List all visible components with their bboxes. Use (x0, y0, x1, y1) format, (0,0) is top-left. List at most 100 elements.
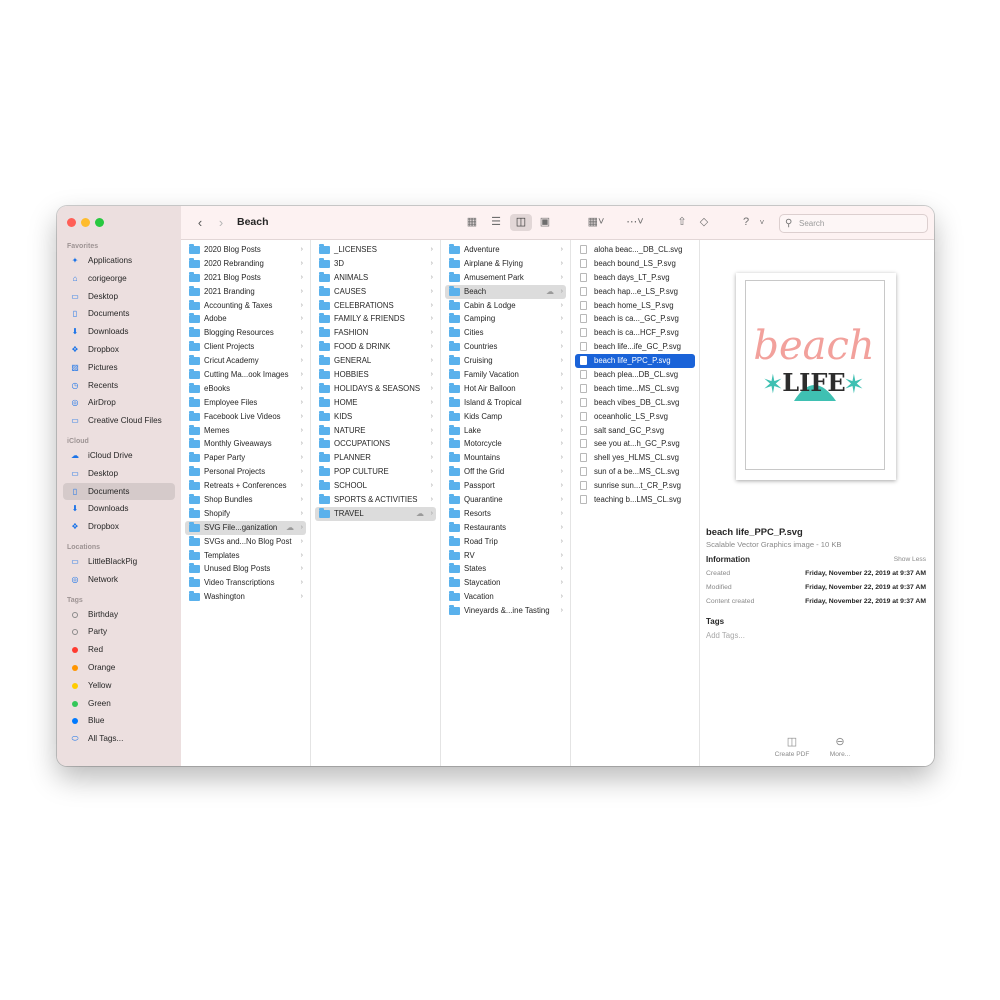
sidebar-item-yellow[interactable]: Yellow (63, 677, 175, 695)
folder-row[interactable]: Beach ☁ › (445, 284, 566, 299)
folder-row[interactable]: Personal Projects › (185, 465, 306, 479)
file-row[interactable]: beach is ca...HCF_P.svg (575, 326, 695, 340)
file-row[interactable]: beach days_LT_P.svg (575, 271, 695, 285)
sidebar-item-green[interactable]: Green (63, 695, 175, 713)
file-row[interactable]: see you at...h_GC_P.svg (575, 437, 695, 451)
folder-row[interactable]: SVG File...ganization ☁ › (185, 520, 306, 535)
sidebar-item-party[interactable]: Party (63, 623, 175, 641)
folder-row[interactable]: OCCUPATIONS › (315, 437, 436, 451)
file-row[interactable]: sun of a be...MS_CL.svg (575, 465, 695, 479)
folder-row[interactable]: Hot Air Balloon › (445, 382, 566, 396)
folder-row[interactable]: Cities › (445, 326, 566, 340)
file-row[interactable]: oceanholic_LS_P.svg (575, 410, 695, 424)
folder-row[interactable]: Lake › (445, 424, 566, 438)
sidebar-item-pictures[interactable]: ▨ Pictures (63, 359, 175, 377)
folder-row[interactable]: Client Projects › (185, 340, 306, 354)
folder-row[interactable]: 3D › (315, 257, 436, 271)
folder-row[interactable]: 2020 Rebranding › (185, 257, 306, 271)
file-row[interactable]: shell yes_HLMS_CL.svg (575, 451, 695, 465)
sidebar-item-airdrop[interactable]: ◎ AirDrop (63, 394, 175, 412)
folder-row[interactable]: CAUSES › (315, 285, 436, 299)
list-view-icon[interactable]: ☰ (489, 206, 503, 239)
share-icon[interactable]: ⇧ (675, 206, 689, 239)
folder-row[interactable]: Resorts › (445, 507, 566, 521)
folder-row[interactable]: KIDS › (315, 410, 436, 424)
forward-button[interactable]: › (214, 206, 228, 239)
folder-row[interactable]: NATURE › (315, 424, 436, 438)
file-row[interactable]: teaching b...LMS_CL.svg (575, 493, 695, 507)
add-tags-field[interactable]: Add Tags... (706, 631, 745, 640)
folder-row[interactable]: Restaurants › (445, 521, 566, 535)
folder-row[interactable]: Kids Camp › (445, 410, 566, 424)
folder-row[interactable]: POP CULTURE › (315, 465, 436, 479)
folder-row[interactable]: Mountains › (445, 451, 566, 465)
sidebar-item-all-tags[interactable]: ⬭ All Tags... (63, 730, 175, 748)
folder-row[interactable]: Adobe › (185, 312, 306, 326)
show-less-link[interactable]: Show Less (894, 556, 926, 563)
folder-row[interactable]: Vineyards &...ine Tasting › (445, 604, 566, 618)
folder-row[interactable]: Washington › (185, 590, 306, 604)
file-row[interactable]: beach plea...DB_CL.svg (575, 368, 695, 382)
folder-row[interactable]: Airplane & Flying › (445, 257, 566, 271)
more-button[interactable]: ⊖ More... (815, 735, 865, 758)
icon-view-icon[interactable]: ▦ (465, 206, 479, 239)
folder-row[interactable]: _LICENSES › (315, 243, 436, 257)
help-icon[interactable]: ? (739, 206, 753, 239)
gallery-view-icon[interactable]: ▣ (538, 206, 552, 239)
file-row[interactable]: aloha beac..._DB_CL.svg (575, 243, 695, 257)
sidebar-item-desktop[interactable]: ▭ Desktop (63, 288, 175, 306)
folder-row[interactable]: Quarantine › (445, 493, 566, 507)
folder-row[interactable]: Shopify › (185, 507, 306, 521)
folder-row[interactable]: RV › (445, 549, 566, 563)
folder-row[interactable]: 2021 Branding › (185, 285, 306, 299)
file-row[interactable]: beach life_PPC_P.svg (575, 354, 695, 369)
sidebar-item-downloads[interactable]: ⬇ Downloads (63, 323, 175, 341)
sidebar-item-applications[interactable]: ✦ Applications (63, 252, 175, 270)
file-row[interactable]: beach bound_LS_P.svg (575, 257, 695, 271)
folder-row[interactable]: Camping › (445, 312, 566, 326)
back-button[interactable]: ‹ (193, 206, 207, 239)
folder-row[interactable]: SCHOOL › (315, 479, 436, 493)
folder-row[interactable]: Adventure › (445, 243, 566, 257)
folder-row[interactable]: Memes › (185, 424, 306, 438)
folder-row[interactable]: Cabin & Lodge › (445, 299, 566, 313)
file-row[interactable]: beach hap...e_LS_P.svg (575, 285, 695, 299)
folder-row[interactable]: HOME › (315, 396, 436, 410)
sidebar-item-corigeorge[interactable]: ⌂ corigeorge (63, 270, 175, 288)
folder-row[interactable]: Vacation › (445, 590, 566, 604)
action-menu-button[interactable]: ⋯˅ (623, 206, 647, 239)
sidebar-item-icloud-drive[interactable]: ☁ iCloud Drive (63, 447, 175, 465)
folder-row[interactable]: 2020 Blog Posts › (185, 243, 306, 257)
tag-icon[interactable]: ◇ (697, 206, 711, 239)
file-row[interactable]: beach life...ife_GC_P.svg (575, 340, 695, 354)
folder-row[interactable]: 2021 Blog Posts › (185, 271, 306, 285)
folder-row[interactable]: Staycation › (445, 576, 566, 590)
file-row[interactable]: beach home_LS_P.svg (575, 299, 695, 313)
folder-row[interactable]: Facebook Live Videos › (185, 410, 306, 424)
folder-row[interactable]: FOOD & DRINK › (315, 340, 436, 354)
folder-row[interactable]: FASHION › (315, 326, 436, 340)
sidebar-item-orange[interactable]: Orange (63, 659, 175, 677)
folder-row[interactable]: TRAVEL ☁ › (315, 506, 436, 521)
zoom-button[interactable] (95, 218, 104, 227)
folder-row[interactable]: Accounting & Taxes › (185, 299, 306, 313)
file-row[interactable]: salt sand_GC_P.svg (575, 424, 695, 438)
chevron-down-icon[interactable]: ˅ (757, 206, 767, 239)
sidebar-item-birthday[interactable]: Birthday (63, 606, 175, 624)
folder-row[interactable]: FAMILY & FRIENDS › (315, 312, 436, 326)
minimize-button[interactable] (81, 218, 90, 227)
sidebar-item-dropbox[interactable]: ❖ Dropbox (63, 341, 175, 359)
folder-row[interactable]: PLANNER › (315, 451, 436, 465)
folder-row[interactable]: Monthly Giveaways › (185, 437, 306, 451)
folder-row[interactable]: Templates › (185, 549, 306, 563)
folder-row[interactable]: Blogging Resources › (185, 326, 306, 340)
search-field[interactable]: ⚲ Search (779, 214, 928, 233)
sidebar-item-creative-cloud-files[interactable]: ▭ Creative Cloud Files (63, 412, 175, 430)
folder-row[interactable]: GENERAL › (315, 354, 436, 368)
close-button[interactable] (67, 218, 76, 227)
folder-row[interactable]: Cruising › (445, 354, 566, 368)
sidebar-item-desktop[interactable]: ▭ Desktop (63, 465, 175, 483)
folder-row[interactable]: Countries › (445, 340, 566, 354)
sidebar-item-documents[interactable]: ▯ Documents (63, 305, 175, 323)
folder-row[interactable]: Employee Files › (185, 396, 306, 410)
